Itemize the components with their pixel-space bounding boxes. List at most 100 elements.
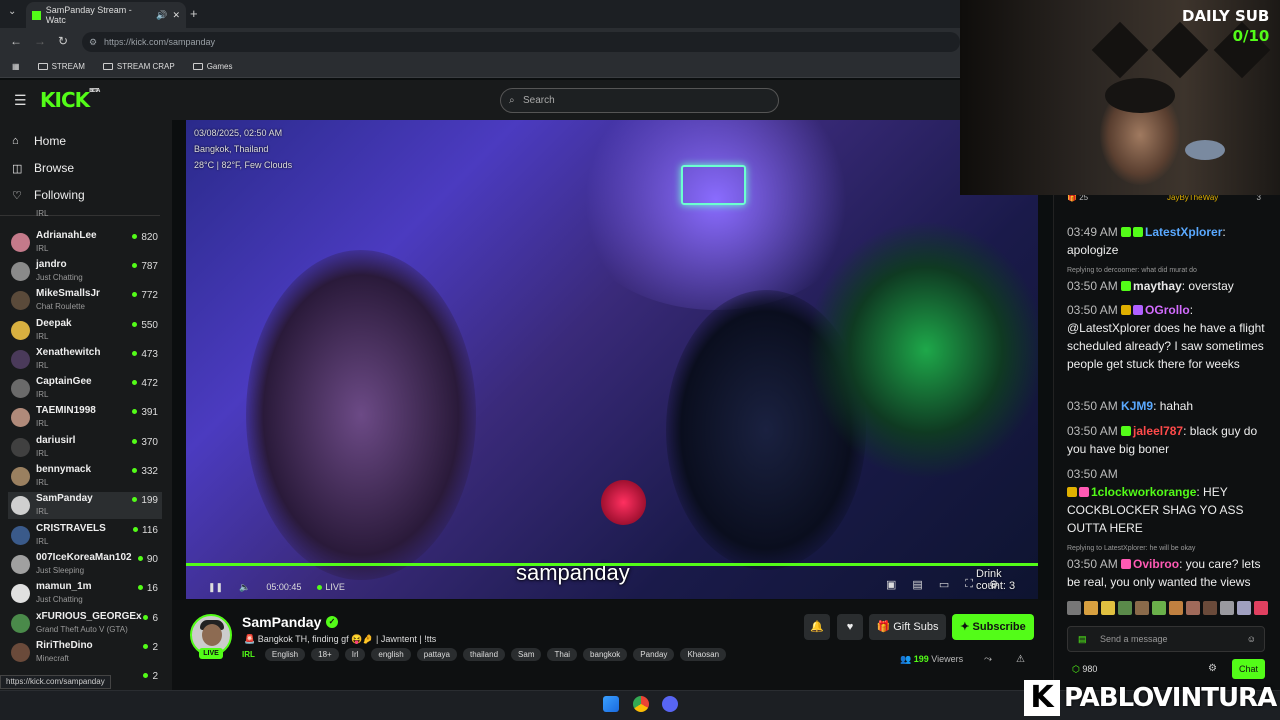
stream-category[interactable]: IRL: [242, 650, 255, 659]
verified-icon: ✓: [326, 616, 338, 628]
site-info-icon[interactable]: ⚙: [89, 32, 97, 52]
folder-icon: [192, 63, 203, 70]
emote-icon[interactable]: [1152, 601, 1166, 615]
chat-username[interactable]: 1clockworkorange: [1091, 485, 1196, 499]
chat-username[interactable]: LatestXplorer: [1145, 225, 1222, 239]
stream-tag[interactable]: Thai: [547, 648, 578, 661]
chat-username[interactable]: jaleel787: [1133, 424, 1183, 438]
forward-icon[interactable]: →: [34, 34, 46, 48]
emote-icon[interactable]: [1084, 601, 1098, 615]
sidebar-channel[interactable]: jandro Just Chatting 787: [8, 258, 162, 285]
back-icon[interactable]: ←: [10, 34, 22, 48]
channel-name: CRISTRAVELS: [36, 523, 106, 534]
kick-logo[interactable]: KICKBETA: [40, 88, 100, 112]
sidebar-channel[interactable]: dariusirl IRL 370: [8, 434, 162, 461]
stream-tag[interactable]: Sam: [511, 648, 542, 661]
emote-icon[interactable]: [1169, 601, 1183, 615]
emote-icon[interactable]: [1118, 601, 1132, 615]
chat-settings-icon[interactable]: ⚙: [1208, 663, 1217, 674]
emote-icon[interactable]: [1220, 601, 1234, 615]
nav-browse[interactable]: ◫ Browse: [12, 161, 74, 175]
sidebar-channel[interactable]: bennymack IRL 332: [8, 463, 162, 490]
emoji-icon[interactable]: ☺: [1247, 627, 1256, 651]
url-field[interactable]: ⚙ https://kick.com/sampanday: [82, 32, 960, 52]
sidebar-channel[interactable]: CaptainGee IRL 472: [8, 375, 162, 402]
discord-icon[interactable]: [662, 696, 678, 712]
live-indicator[interactable]: LIVE: [317, 582, 345, 592]
chat-username[interactable]: maythay: [1133, 279, 1182, 293]
sidebar-channel[interactable]: CRISTRAVELS IRL 116: [8, 522, 162, 549]
channel-points[interactable]: ⬡ 980: [1072, 664, 1097, 675]
stream-tag[interactable]: Panday: [633, 648, 675, 661]
new-tab-button[interactable]: +: [190, 6, 198, 21]
stream-tag[interactable]: pattaya: [416, 648, 457, 661]
bookmark-games[interactable]: Games: [192, 62, 233, 71]
search-input[interactable]: ⌕ Search: [500, 88, 779, 113]
share-icon[interactable]: ⤳: [984, 654, 992, 665]
stream-tag[interactable]: thailand: [463, 648, 506, 661]
chat-username[interactable]: KJM9: [1121, 399, 1153, 413]
fullscreen-icon[interactable]: ⛶: [965, 578, 973, 591]
tab-search-icon[interactable]: ⌄: [8, 6, 16, 17]
apps-icon[interactable]: ▦: [12, 62, 20, 71]
subscribe-button[interactable]: ✦ Subscribe: [952, 614, 1034, 640]
nav-home[interactable]: ⌂ Home: [12, 134, 66, 148]
emote-icon[interactable]: [1186, 601, 1200, 615]
bookmark-stream[interactable]: STREAM: [37, 62, 85, 71]
stream-tag[interactable]: Khaosan: [680, 648, 727, 661]
reload-icon[interactable]: ↻: [58, 34, 68, 48]
theatre-mode-icon[interactable]: ▭: [939, 578, 949, 591]
channel-avatar: [11, 614, 30, 633]
menu-icon[interactable]: ☰: [14, 92, 27, 109]
url-text: https://kick.com/sampanday: [104, 37, 216, 47]
report-icon[interactable]: ⚠: [1016, 654, 1025, 665]
chat-input[interactable]: ▤ Send a message ☺: [1067, 626, 1265, 652]
sidebar-channel[interactable]: 007IceKoreaMan102 Just Sleeping 90: [8, 551, 162, 578]
sidebar-channel[interactable]: SamPanday IRL 199: [8, 492, 162, 519]
stream-tag[interactable]: Irl: [344, 648, 366, 661]
emote-icon[interactable]: [1237, 601, 1251, 615]
stream-tag[interactable]: 18+: [311, 648, 339, 661]
chat-username[interactable]: OGrollo: [1145, 303, 1190, 317]
miniplayer-icon[interactable]: ▣: [886, 578, 896, 591]
emote-icon[interactable]: [1135, 601, 1149, 615]
video-player[interactable]: 03/08/2025, 02:50 AM Bangkok, Thailand 2…: [186, 120, 1038, 599]
bookmark-stream-crap[interactable]: STREAM CRAP: [102, 62, 175, 71]
close-tab-icon[interactable]: ✕: [172, 10, 180, 21]
sidebar-channel[interactable]: xFURIOUS_GEORGEx Grand Theft Auto V (GTA)…: [8, 610, 162, 637]
volume-icon[interactable]: 🔈: [239, 582, 250, 593]
sidebar-channel[interactable]: Deepak IRL 550: [8, 317, 162, 344]
browser-tab[interactable]: SamPanday Stream - Watc 🔊 ✕: [26, 2, 186, 28]
sidebar-channel[interactable]: AdrianahLee IRL 820: [8, 229, 162, 256]
clip-icon[interactable]: ▤: [912, 578, 922, 591]
sidebar-channel[interactable]: TAEMIN1998 IRL 391: [8, 404, 162, 431]
sidebar-channel[interactable]: RiriTheDino Minecraft 2: [8, 639, 162, 666]
emote-icon[interactable]: [1067, 601, 1081, 615]
chat-emote-icon[interactable]: ▤: [1078, 627, 1087, 651]
sidebar-channel[interactable]: IRL: [8, 208, 162, 226]
chat-username[interactable]: Ovibroo: [1133, 557, 1179, 571]
nav-following[interactable]: ♡ Following: [12, 188, 85, 202]
sidebar-channel[interactable]: mamun_1m Just Chatting 16: [8, 580, 162, 607]
stream-tag[interactable]: English: [264, 648, 306, 661]
settings-icon[interactable]: ⚙: [989, 578, 999, 591]
pause-icon[interactable]: ❚❚: [208, 582, 223, 593]
stream-tag[interactable]: english: [371, 648, 411, 661]
streamer-name[interactable]: SamPanday: [242, 614, 321, 630]
sidebar-channel[interactable]: MikeSmallsJr Chat Roulette 772: [8, 287, 162, 314]
windows-start-icon[interactable]: [603, 696, 619, 712]
notifications-button[interactable]: 🔔: [804, 614, 830, 640]
channel-name: jandro: [36, 259, 67, 270]
sidebar-channel[interactable]: Xenathewitch IRL 473: [8, 346, 162, 373]
progress-bar[interactable]: [186, 563, 1038, 566]
emote-icon[interactable]: [1254, 601, 1268, 615]
follow-button[interactable]: ♥: [837, 614, 863, 640]
stream-tag[interactable]: bangkok: [583, 648, 628, 661]
gift-subs-button[interactable]: 🎁 Gift Subs: [869, 614, 946, 640]
send-chat-button[interactable]: Chat: [1232, 659, 1265, 679]
logo-text: KICK: [40, 88, 90, 112]
emote-icon[interactable]: [1203, 601, 1217, 615]
emote-icon[interactable]: [1101, 601, 1115, 615]
gift-subs-label: Gift Subs: [893, 621, 939, 633]
chrome-icon[interactable]: [633, 696, 649, 712]
